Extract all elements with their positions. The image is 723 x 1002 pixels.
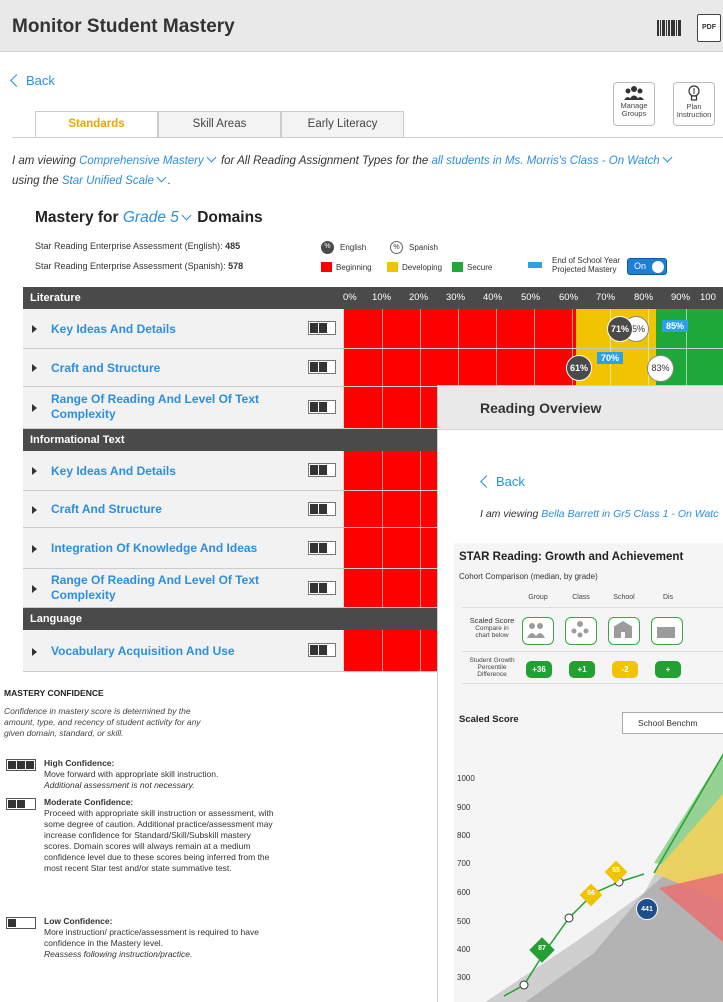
legend-beginning: Beginning: [321, 262, 372, 272]
tab-bar: Standards Skill Areas Early Literacy: [35, 111, 404, 138]
overview-header: Reading Overview: [438, 386, 723, 430]
projected-mastery-flag: 85%: [662, 320, 689, 332]
spanish-mastery-bubble: 83%: [647, 355, 674, 382]
mastery-confidence-panel: MASTERY CONFIDENCE Confidence in mastery…: [0, 680, 437, 1002]
top-header: Monitor Student Mastery PDF: [0, 0, 723, 52]
legend-english: % English: [321, 241, 366, 254]
growth-achievement-card: STAR Reading: Growth and Achievement Coh…: [454, 543, 723, 1002]
moderate-confidence-icon: [308, 321, 336, 335]
pdf-icon[interactable]: PDF: [697, 14, 721, 42]
expand-arrow-icon: [32, 506, 37, 514]
grade-dropdown[interactable]: Grade 5: [123, 209, 179, 226]
lightbulb-icon: [688, 85, 700, 101]
chevron-down-icon: [662, 152, 673, 163]
moderate-confidence-icon: [308, 463, 336, 477]
tab-standards[interactable]: Standards: [35, 111, 158, 138]
student-group-dropdown[interactable]: all students in Ms. Morris's Class - On …: [431, 155, 659, 167]
barcode-icon[interactable]: [657, 20, 681, 36]
back-link[interactable]: Back: [10, 73, 55, 88]
projected-mastery-toggle[interactable]: On: [627, 258, 667, 275]
moderate-confidence-icon: [308, 502, 336, 516]
plan-instruction-button[interactable]: Plan Instruction: [673, 82, 715, 126]
moderate-confidence-icon: [6, 798, 36, 810]
reading-overview-panel: Reading Overview Back I am viewing Bella…: [437, 385, 723, 1002]
moderate-confidence-icon: [308, 581, 336, 595]
scale-dropdown[interactable]: Star Unified Scale: [62, 175, 154, 187]
moderate-confidence-icon: [308, 541, 336, 555]
moderate-confidence-icon: [308, 643, 336, 657]
viewing-sentence-2: using the Star Unified Scale.: [12, 172, 171, 187]
back-label: Back: [26, 73, 55, 88]
student-dropdown[interactable]: Bella Barrett in Gr5 Class 1 - On Watc: [541, 508, 718, 520]
legend-projected: End of School Year Projected Mastery: [528, 256, 620, 274]
chevron-down-icon: [181, 210, 192, 221]
moderate-confidence-icon: [308, 360, 336, 374]
confidence-title: MASTERY CONFIDENCE: [4, 688, 104, 698]
low-confidence-icon: [6, 917, 36, 929]
expand-arrow-icon: [32, 648, 37, 656]
moderate-confidence-icon: [308, 400, 336, 414]
legend-secure: Secure: [452, 262, 492, 272]
viewing-sentence: I am viewing Comprehensive Mastery for A…: [12, 152, 674, 167]
overview-viewing: I am viewing Bella Barrett in Gr5 Class …: [480, 508, 719, 520]
confidence-intro: Confidence in mastery score is determine…: [4, 706, 201, 738]
mastery-heading: Mastery for Grade 5 Domains: [35, 209, 263, 226]
expand-arrow-icon: [32, 585, 37, 593]
english-score: Star Reading Enterprise Assessment (Engl…: [35, 241, 241, 251]
projected-mastery-flag: 70%: [597, 352, 624, 364]
percent-icon: %: [390, 241, 403, 254]
standard-row[interactable]: Craft and Structure 61% 70% 83%: [23, 349, 723, 387]
chevron-down-icon: [156, 172, 167, 183]
group-icon: [624, 86, 644, 100]
english-mastery-bubble: 71%: [607, 316, 633, 342]
percent-icon: %: [321, 241, 334, 254]
mastery-type-dropdown[interactable]: Comprehensive Mastery: [79, 155, 204, 167]
chevron-down-icon: [206, 152, 217, 163]
tab-early-literacy[interactable]: Early Literacy: [281, 111, 404, 137]
expand-arrow-icon: [32, 325, 37, 333]
standard-row[interactable]: Key Ideas And Details 75% 71% 85%: [23, 309, 723, 349]
manage-groups-button[interactable]: Manage Groups: [613, 82, 655, 126]
legend-spanish: % Spanish: [390, 241, 438, 254]
spanish-score: Star Reading Enterprise Assessment (Span…: [35, 261, 244, 271]
expand-arrow-icon: [32, 364, 37, 372]
legend-developing: Developing: [387, 262, 442, 272]
english-mastery-bubble: 61%: [566, 355, 592, 381]
high-confidence-icon: [6, 759, 36, 771]
tab-skill-areas[interactable]: Skill Areas: [158, 111, 281, 137]
expand-arrow-icon: [32, 545, 37, 553]
expand-arrow-icon: [32, 404, 37, 412]
scaled-score-chart: [485, 753, 723, 1002]
section-header-literature: Literature 0% 10% 20% 30% 40% 50% 60% 70% 80% 90%…: [23, 287, 723, 309]
overview-title: Reading Overview: [480, 400, 602, 416]
overview-back-link[interactable]: Back: [480, 474, 525, 489]
current-score-bubble: 441: [636, 898, 658, 920]
expand-arrow-icon: [32, 467, 37, 475]
page-title: Monitor Student Mastery: [12, 16, 235, 37]
tab-divider: [12, 137, 723, 138]
